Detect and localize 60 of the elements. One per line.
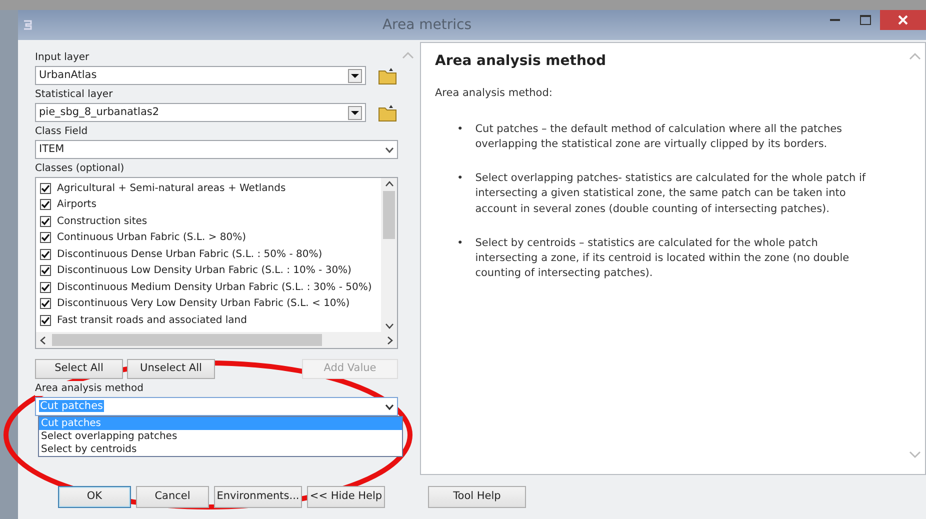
- open-folder-icon[interactable]: [378, 104, 398, 122]
- checkbox-label: Discontinuous Low Density Urban Fabric (S.L. : 10% - 30%): [57, 264, 352, 278]
- field-label: Statistical layer: [35, 87, 113, 102]
- checkbox[interactable]: [40, 282, 51, 293]
- dropdown-arrow-icon[interactable]: [351, 72, 359, 78]
- checkbox-label: Fast transit roads and associated land: [57, 314, 247, 328]
- bullet-marker: •: [457, 171, 464, 186]
- dropdown-option[interactable]: Select overlapping patches: [39, 430, 402, 443]
- dropdown-arrow-icon[interactable]: [351, 110, 359, 116]
- dropdown-option[interactable]: Select by centroids: [39, 443, 402, 456]
- dropdown-field[interactable]: pie_sbg_8_urbanatlas2: [35, 103, 366, 122]
- field-label: Area analysis method: [35, 381, 144, 396]
- scroll-right-icon[interactable]: [387, 336, 393, 344]
- checkbox-label: Discontinuous Very Low Density Urban Fabric (S.L. < 10%): [57, 297, 350, 312]
- action-button[interactable]: Select All: [35, 359, 123, 379]
- dialog-button[interactable]: Tool Help: [428, 486, 526, 508]
- checkbox[interactable]: [40, 232, 51, 244]
- horizontal-scrollbar[interactable]: [36, 332, 397, 348]
- checkbox-label: Discontinuous Dense Urban Fabric (S.L. : 50% - 80%): [57, 248, 322, 262]
- scroll-down-icon[interactable]: [384, 323, 394, 329]
- checkbox[interactable]: [40, 298, 51, 310]
- dropdown-field[interactable]: ITEM: [35, 140, 398, 159]
- help-bullet: Select overlapping patches- statistics are calculated for the whole patch if intersecting a given statistical zone, the same patch can be taken into account in several zones (double counting of intersecting patches).: [475, 171, 867, 217]
- close-button[interactable]: [880, 10, 926, 30]
- help-text: Area analysis method:: [435, 86, 552, 101]
- vertical-scrollbar[interactable]: [381, 178, 397, 332]
- checkbox-label: Airports: [57, 198, 96, 212]
- dialog-button[interactable]: OK: [58, 486, 131, 508]
- checkbox[interactable]: [40, 199, 51, 210]
- field-label: Input layer: [35, 50, 90, 65]
- dialog-button[interactable]: << Hide Help: [307, 486, 385, 508]
- checkbox-label: Construction sites: [57, 214, 148, 229]
- scroll-left-icon[interactable]: [40, 336, 46, 344]
- checkbox[interactable]: [40, 248, 51, 260]
- help-bullet: Select by centroids – statistics are calculated for the whole patch intersecting a zone, if its centroid is located within the zone (no double counting of intersecting patches).: [475, 236, 850, 282]
- help-title: Area analysis method: [435, 52, 606, 71]
- scroll-up-icon[interactable]: [384, 181, 394, 187]
- window-title: Area metrics: [382, 16, 472, 32]
- field-label: Classes (optional): [35, 161, 124, 176]
- maximize-icon[interactable]: [860, 15, 870, 25]
- dialog-button[interactable]: Cancel: [136, 486, 209, 508]
- bullet-marker: •: [457, 236, 464, 251]
- checkbox[interactable]: [40, 216, 51, 227]
- bullet-marker: •: [457, 122, 464, 137]
- checkbox-label: Continuous Urban Fabric (S.L. > 80%): [57, 231, 246, 246]
- help-bullet: Cut patches – the default method of calculation where all the patches overlapping the statistical zone are virtually clipped by its borders.: [475, 122, 844, 152]
- close-icon[interactable]: [898, 15, 908, 25]
- checkbox-label: Discontinuous Medium Density Urban Fabric (S.L. : 30% - 50%): [57, 280, 372, 295]
- checkbox[interactable]: [40, 182, 51, 194]
- scroll-thumb[interactable]: [383, 191, 395, 239]
- chevron-down-icon[interactable]: [385, 146, 394, 152]
- checkbox[interactable]: [40, 314, 51, 326]
- dialog-button[interactable]: Environments...: [214, 486, 302, 508]
- dropdown-field[interactable]: UrbanAtlas: [35, 66, 366, 85]
- checkbox-label: Agricultural + Semi-natural areas + Wetlands: [57, 182, 286, 196]
- minimize-icon[interactable]: [830, 18, 840, 22]
- checkbox[interactable]: [40, 265, 51, 276]
- action-button[interactable]: Unselect All: [127, 359, 215, 379]
- app-icon: [22, 18, 34, 32]
- open-folder-icon[interactable]: [378, 66, 398, 84]
